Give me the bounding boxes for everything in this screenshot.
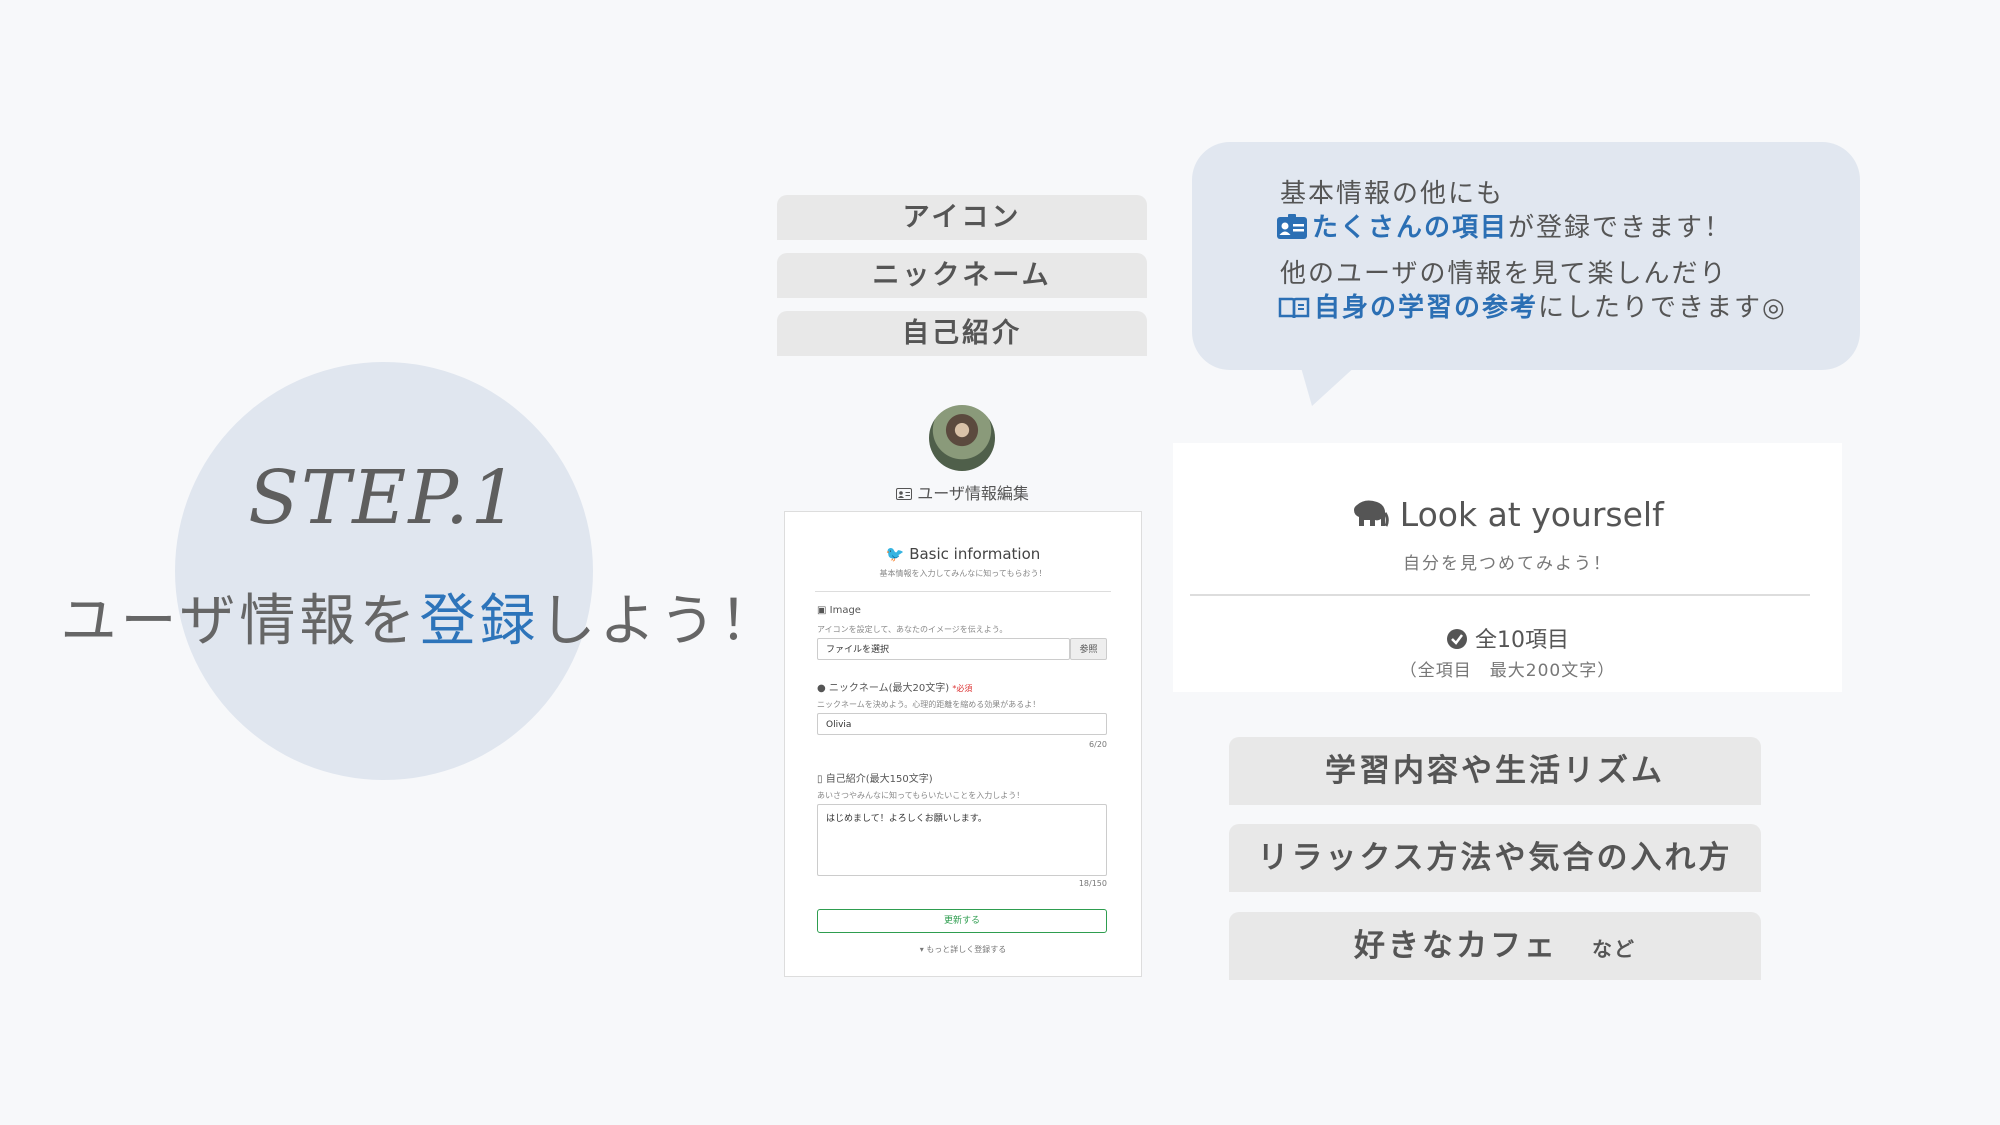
intro-label: ▯ 自己紹介(最大150文字) bbox=[817, 770, 933, 785]
bubble-line-2-rest: が登録できます！ bbox=[1508, 213, 1733, 243]
check-circle-icon bbox=[1446, 628, 1468, 653]
look-note: （全項目 最大200文字） bbox=[1399, 661, 1616, 681]
intro-help: あいさつやみんなに知ってもらいたいことを入力しよう！ bbox=[817, 791, 1025, 800]
look-count: 全10項目 bbox=[1173, 622, 1842, 654]
id-card-icon bbox=[1276, 214, 1308, 247]
example-study-rhythm: 学習内容や生活リズム bbox=[1229, 737, 1761, 805]
step-label: STEP.1 bbox=[248, 455, 520, 541]
image-icon: ▣ bbox=[817, 605, 827, 616]
image-label: ▣ Image bbox=[817, 605, 861, 616]
intro-textarea[interactable]: はじめまして！よろしくお願いします。 bbox=[817, 804, 1107, 876]
more-register-link[interactable]: ▾ もっと詳しく登録する bbox=[785, 944, 1141, 955]
example-suffix: など bbox=[1592, 937, 1636, 961]
step-title: ユーザ情報を登録しよう！ bbox=[60, 576, 780, 657]
step-title-pre: ユーザ情報を bbox=[60, 589, 420, 654]
form-subtitle: 基本情報を入力してみんなに知ってもらおう！ bbox=[879, 569, 1047, 578]
bubble-highlight-learning-reference: 自身の学習の参考 bbox=[1314, 293, 1539, 323]
speech-bubble-tail bbox=[1300, 364, 1358, 406]
step-title-accent: 登録 bbox=[419, 589, 540, 654]
look-title-text: Look at yourself bbox=[1399, 495, 1664, 534]
bubble-line-3: 他のユーザの情報を見て楽しんだり bbox=[1280, 259, 1728, 289]
form-heading: ユーザ情報編集 bbox=[880, 480, 1045, 504]
step-title-post: しよう！ bbox=[539, 589, 780, 654]
nickname-input[interactable]: Olivia bbox=[817, 713, 1107, 735]
bubble-line-4-rest: にしたりできます◎ bbox=[1538, 293, 1787, 323]
form-title-text: Basic information bbox=[909, 545, 1041, 563]
tag-nickname: ニックネーム bbox=[777, 253, 1147, 298]
nickname-label: ● ニックネーム(最大20文字) *必須 bbox=[817, 679, 972, 694]
form-divider bbox=[815, 591, 1111, 592]
tag-icon: アイコン bbox=[777, 195, 1147, 240]
file-input[interactable]: ファイルを選択 bbox=[817, 638, 1070, 660]
form-heading-text: ユーザ情報編集 bbox=[917, 484, 1029, 503]
file-icon: ▯ bbox=[817, 774, 823, 785]
info-circle-icon: ● bbox=[817, 683, 826, 694]
required-badge: *必須 bbox=[952, 684, 973, 693]
image-help: アイコンを設定して、あなたのイメージを伝えよう。 bbox=[817, 625, 1008, 634]
elephant-icon bbox=[1351, 495, 1390, 534]
look-subtitle: 自分を見つめてみよう！ bbox=[1403, 554, 1612, 574]
intro-counter: 18/150 bbox=[1078, 879, 1107, 888]
avatar[interactable] bbox=[929, 405, 995, 471]
bubble-line-4: 自身の学習の参考にしたりできます◎ bbox=[1278, 287, 1787, 327]
look-card: Look at yourself 自分を見つめてみよう！ 全10項目 （全項目 … bbox=[1173, 443, 1842, 692]
nickname-label-text: ニックネーム(最大20文字) bbox=[828, 683, 950, 694]
look-count-text: 全10項目 bbox=[1475, 628, 1569, 653]
id-card-icon bbox=[896, 484, 913, 503]
bird-icon: 🐦 bbox=[885, 545, 905, 563]
bubble-line-1: 基本情報の他にも bbox=[1280, 179, 1505, 209]
book-icon bbox=[1278, 296, 1310, 327]
look-title: Look at yourself bbox=[1173, 495, 1842, 534]
update-button[interactable]: 更新する bbox=[817, 909, 1107, 933]
nickname-help: ニックネームを決めよう。心理的距離を縮める効果があるよ！ bbox=[817, 700, 1041, 709]
form-card: 🐦 Basic information 基本情報を入力してみんなに知ってもらおう… bbox=[784, 511, 1142, 977]
intro-label-text: 自己紹介(最大150文字) bbox=[825, 774, 933, 785]
image-label-text: Image bbox=[829, 605, 861, 616]
example-cafe-text: 好きなカフェ bbox=[1354, 928, 1558, 964]
bubble-line-2: たくさんの項目が登録できます！ bbox=[1276, 207, 1732, 247]
tag-self-intro: 自己紹介 bbox=[777, 311, 1147, 356]
bubble-highlight-many-items: たくさんの項目 bbox=[1312, 213, 1509, 243]
example-relax: リラックス方法や気合の入れ方 bbox=[1229, 824, 1761, 892]
step-circle bbox=[175, 362, 593, 780]
example-cafe: 好きなカフェ など bbox=[1229, 912, 1761, 980]
form-title: 🐦 Basic information bbox=[785, 545, 1141, 563]
nickname-counter: 6/20 bbox=[1089, 740, 1107, 749]
look-divider bbox=[1190, 594, 1810, 596]
browse-button[interactable]: 参照 bbox=[1070, 638, 1107, 660]
